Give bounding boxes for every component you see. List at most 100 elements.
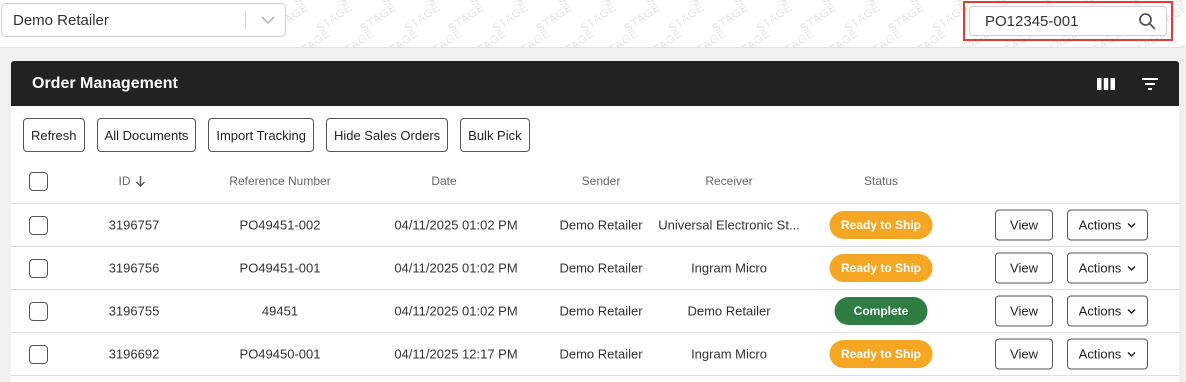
watermark-text: STAGE: [710, 1, 752, 35]
select-divider: [245, 10, 246, 30]
view-button[interactable]: View: [995, 209, 1053, 241]
row-checkbox[interactable]: [29, 216, 48, 235]
row-sender: Demo Retailer: [559, 346, 643, 362]
actions-label: Actions: [1078, 303, 1122, 319]
search-highlight: [963, 1, 1173, 41]
table-row[interactable]: 3196757 PO49451-002 04/11/2025 01:02 PM …: [11, 204, 1179, 247]
watermark-text: STAGE: [886, 1, 928, 35]
row-checkbox[interactable]: [29, 259, 48, 278]
status-badge: Ready to Ship: [829, 340, 933, 368]
table-header: ID Reference Number Date Sender Receiver…: [11, 160, 1179, 204]
watermark-text: STAGE: [578, 1, 620, 35]
hide-sales-orders-button[interactable]: Hide Sales Orders: [325, 118, 449, 152]
watermark-text: STAGE: [512, 0, 553, 9]
watermark-text: STAGE: [556, 27, 598, 48]
row-checkbox[interactable]: [29, 302, 48, 321]
watermark-text: STAGE: [864, 27, 906, 48]
row-sender: Demo Retailer: [559, 217, 643, 233]
watermark-text: STAGE: [490, 1, 532, 35]
import-tracking-button[interactable]: Import Tracking: [208, 118, 314, 152]
row-checkbox[interactable]: [29, 345, 48, 364]
column-header-status[interactable]: Status: [864, 174, 898, 188]
row-receiver: Ingram Micro: [691, 260, 767, 276]
actions-label: Actions: [1078, 217, 1122, 233]
watermark-text: STAGE: [666, 1, 708, 35]
view-button[interactable]: View: [995, 295, 1053, 327]
toolbar: Refresh All Documents Import Tracking Hi…: [23, 118, 530, 152]
status-badge: Complete: [834, 297, 928, 325]
actions-button[interactable]: Actions: [1067, 209, 1148, 241]
watermark-text: STAGE: [424, 0, 465, 9]
watermark-text: STAGE: [424, 27, 466, 48]
order-management-card: Order Management Refresh All Documents I…: [11, 61, 1179, 382]
row-reference: 49451: [261, 303, 299, 319]
watermark-text: STAGE: [600, 0, 641, 9]
view-button[interactable]: View: [995, 252, 1053, 284]
table-row[interactable]: 3196755 49451 04/11/2025 01:02 PM Demo R…: [11, 290, 1179, 333]
column-header-sender[interactable]: Sender: [582, 174, 621, 188]
watermark-text: STAGE: [776, 0, 817, 9]
watermark-text: STAGE: [622, 1, 664, 35]
top-bar: STAGE STAGE STAGE STAGE STAGE STAGE STAGE STAGE…: [0, 0, 1186, 48]
watermark-text: STAGE: [1172, 0, 1186, 9]
watermark-text: STAGE: [732, 27, 774, 48]
watermark-text: STAGE: [644, 27, 686, 48]
search-icon[interactable]: [1136, 10, 1158, 32]
filter-icon[interactable]: [1139, 73, 1161, 95]
row-date: 04/11/2025 01:02 PM: [394, 260, 518, 276]
retailer-select-value: Demo Retailer: [13, 11, 109, 29]
chevron-down-icon: [1127, 351, 1136, 357]
watermark-text: STAGE: [380, 0, 421, 9]
chevron-down-icon: [1127, 222, 1136, 228]
row-id: 3196756: [108, 260, 160, 276]
row-receiver: Demo Retailer: [687, 303, 771, 319]
watermark-text: STAGE: [688, 27, 730, 48]
watermark-text: STAGE: [798, 1, 840, 35]
column-id-label: ID: [118, 174, 131, 188]
card-header: Order Management: [11, 61, 1179, 106]
retailer-select[interactable]: Demo Retailer: [1, 3, 286, 37]
watermark-text: STAGE: [292, 0, 333, 9]
table-row[interactable]: 3196756 PO49451-001 04/11/2025 01:02 PM …: [11, 247, 1179, 290]
chevron-down-icon[interactable]: [255, 10, 281, 30]
row-id: 3196755: [108, 303, 160, 319]
watermark-text: STAGE: [754, 1, 796, 35]
watermark-text: STAGE: [842, 1, 884, 35]
row-sender: Demo Retailer: [559, 260, 643, 276]
bulk-pick-button[interactable]: Bulk Pick: [460, 118, 530, 152]
row-reference: PO49451-001: [239, 260, 321, 276]
row-reference: PO49451-002: [239, 217, 321, 233]
columns-icon[interactable]: [1095, 73, 1117, 95]
watermark-text: STAGE: [358, 1, 400, 35]
actions-button[interactable]: Actions: [1067, 295, 1148, 327]
watermark-text: STAGE: [468, 27, 510, 48]
column-header-receiver[interactable]: Receiver: [705, 174, 752, 188]
actions-label: Actions: [1078, 260, 1122, 276]
watermark-text: STAGE: [314, 1, 356, 35]
search-input[interactable]: [970, 12, 1130, 30]
column-header-date[interactable]: Date: [431, 174, 456, 188]
row-date: 04/11/2025 01:02 PM: [394, 303, 518, 319]
watermark-text: STAGE: [380, 27, 422, 48]
select-all-checkbox[interactable]: [29, 172, 48, 191]
watermark-text: STAGE: [820, 0, 861, 9]
page-title: Order Management: [32, 74, 178, 92]
watermark-text: STAGE: [336, 0, 377, 9]
column-header-id[interactable]: ID: [119, 174, 146, 188]
row-date: 04/11/2025 12:17 PM: [394, 346, 518, 362]
view-button[interactable]: View: [995, 338, 1053, 370]
watermark-text: STAGE: [534, 1, 576, 35]
refresh-button[interactable]: Refresh: [23, 118, 85, 152]
orders-table: ID Reference Number Date Sender Receiver…: [11, 160, 1179, 376]
all-documents-button[interactable]: All Documents: [96, 118, 197, 152]
watermark-text: STAGE: [688, 0, 729, 9]
watermark-text: STAGE: [1172, 27, 1186, 48]
watermark-text: STAGE: [556, 0, 597, 9]
actions-button[interactable]: Actions: [1067, 252, 1148, 284]
table-row[interactable]: 3196692 PO49450-001 04/11/2025 12:17 PM …: [11, 333, 1179, 376]
status-badge: Ready to Ship: [829, 254, 933, 282]
column-header-reference-number[interactable]: Reference Number: [229, 174, 330, 188]
actions-button[interactable]: Actions: [1067, 338, 1148, 370]
row-sender: Demo Retailer: [559, 303, 643, 319]
row-date: 04/11/2025 01:02 PM: [394, 217, 518, 233]
